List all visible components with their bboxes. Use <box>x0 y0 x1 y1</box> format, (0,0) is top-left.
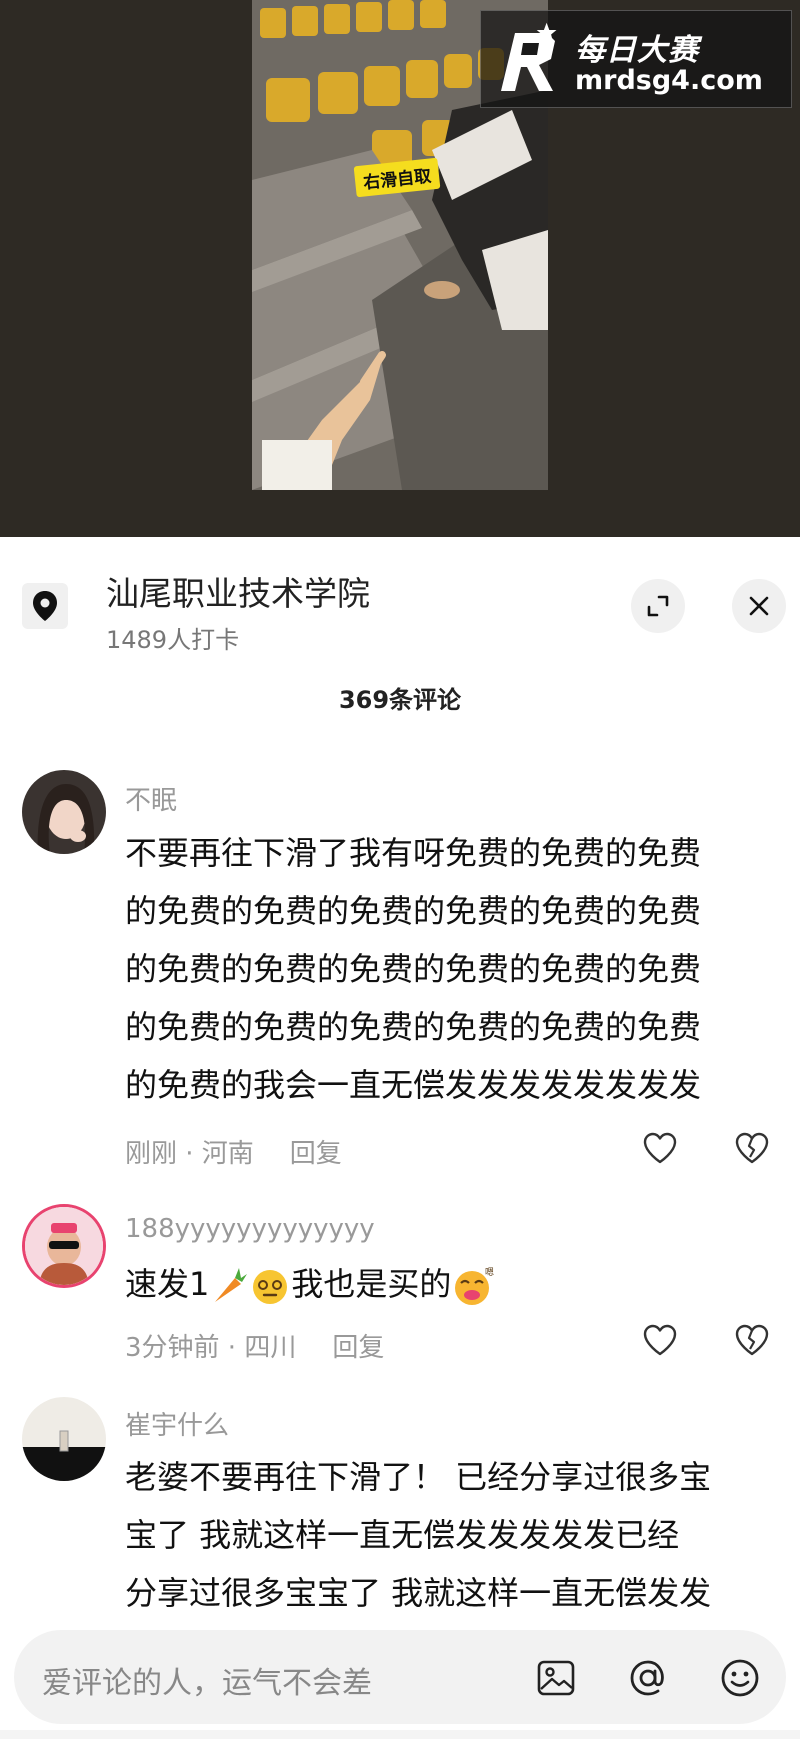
emoji-button[interactable] <box>718 1656 762 1700</box>
watermark-url: mrdsg4.com <box>575 65 763 96</box>
comment-text-part: 速发1 <box>125 1265 210 1303</box>
comment-username[interactable]: 188yyyyyyyyyyyyy <box>125 1214 375 1244</box>
comment-username[interactable]: 崔宇什么 <box>125 1405 229 1442</box>
comment-time-location: 刚刚 · 河南 <box>125 1139 254 1169</box>
like-button[interactable] <box>640 1320 680 1360</box>
avatar-image <box>25 1207 103 1285</box>
broken-heart-icon <box>735 1132 769 1164</box>
watermark-title: 每日大赛 <box>575 33 699 68</box>
comment-line: 不要再往下滑了我有呀免费的免费的免费 <box>125 834 702 872</box>
dislike-button[interactable] <box>732 1128 772 1168</box>
avatar-image <box>22 1397 106 1481</box>
image-icon <box>537 1660 575 1696</box>
reply-button[interactable]: 回复 <box>290 1139 342 1169</box>
like-button[interactable] <box>640 1128 680 1168</box>
comment-text: 速发1 我也是买的 嗯 <box>125 1255 755 1313</box>
avatar-image <box>22 770 106 854</box>
avatar[interactable] <box>22 1397 106 1481</box>
comment-text: 老婆不要再往下滑了！ 已经分享过很多宝 宝了 我就这样一直无偿发发发发发已经 分… <box>125 1448 755 1622</box>
dizzy-face-emoji-icon <box>253 1270 288 1304</box>
comment-time-location: 3分钟前 · 四川 <box>125 1333 297 1363</box>
broken-heart-icon <box>735 1324 769 1356</box>
comment-input[interactable]: 爱评论的人，运气不会差 <box>42 1658 372 1702</box>
comment-line: 宝了 我就这样一直无偿发发发发发已经 <box>125 1516 680 1554</box>
at-icon <box>630 1660 664 1696</box>
svg-text:嗯: 嗯 <box>485 1267 494 1278</box>
dislike-button[interactable] <box>732 1320 772 1360</box>
location-pin-button[interactable] <box>22 583 68 629</box>
map-pin-icon <box>33 591 57 621</box>
comment-line: 分享过很多宝宝了 我就这样一直无偿发发 <box>125 1574 712 1612</box>
expand-icon <box>647 595 669 617</box>
comment-count-title: 369条评论 <box>338 686 462 714</box>
comment-meta: 刚刚 · 河南 回复 <box>125 1133 342 1170</box>
comment-text-part: 我也是买的 <box>291 1265 452 1303</box>
reply-button[interactable]: 回复 <box>332 1333 384 1363</box>
comment-line: 的免费的免费的免费的免费的免费的免费 <box>125 1008 702 1046</box>
avatar[interactable] <box>22 770 106 854</box>
smiley-icon <box>721 1659 759 1697</box>
location-title[interactable]: 汕尾职业技术学院 <box>106 567 370 615</box>
comment-line: 老婆不要再往下滑了！ 已经分享过很多宝 <box>125 1458 712 1496</box>
bottom-edge <box>0 1730 800 1739</box>
checkin-count: 1489人打卡 <box>106 626 240 654</box>
close-button[interactable] <box>732 579 786 633</box>
insert-image-button[interactable] <box>534 1656 578 1700</box>
mention-button[interactable] <box>626 1656 670 1700</box>
close-icon <box>749 596 769 616</box>
comment-line: 的免费的免费的免费的免费的免费的免费 <box>125 892 702 930</box>
kissing-face-emoji-icon: 嗯 <box>455 1267 494 1305</box>
heart-icon <box>643 1132 677 1164</box>
carrot-emoji-icon <box>215 1268 248 1302</box>
comment-input-bar[interactable]: 爱评论的人，运气不会差 <box>14 1630 786 1724</box>
comment-meta: 3分钟前 · 四川 回复 <box>125 1327 384 1364</box>
watermark-logo <box>501 22 557 91</box>
heart-icon <box>643 1324 677 1356</box>
comment-line: 的免费的我会一直无偿发发发发发发发发 <box>125 1066 702 1104</box>
watermark: 每日大赛 mrdsg4.com <box>480 10 792 108</box>
avatar[interactable] <box>22 1204 106 1288</box>
video-player[interactable]: 右滑自取 每日大赛 mrdsg4.com <box>0 0 800 537</box>
comment-text: 不要再往下滑了我有呀免费的免费的免费 的免费的免费的免费的免费的免费的免费 的免… <box>125 824 755 1114</box>
comment-username[interactable]: 不眠 <box>125 780 177 817</box>
expand-button[interactable] <box>631 579 685 633</box>
comment-line: 的免费的免费的免费的免费的免费的免费 <box>125 950 702 988</box>
